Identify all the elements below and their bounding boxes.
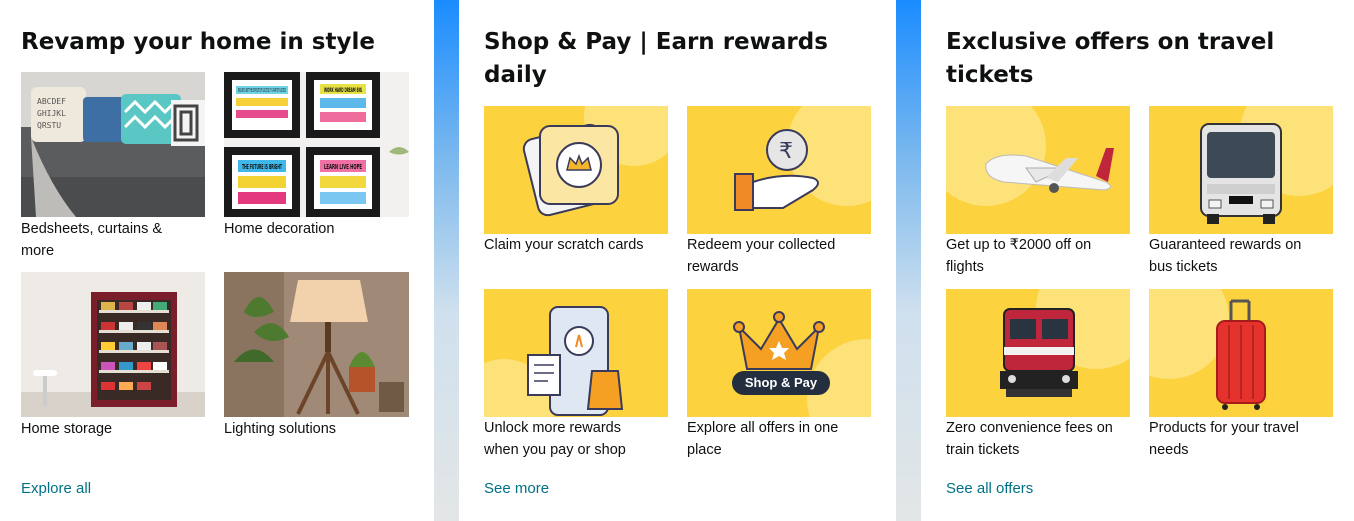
tile-bedsheets[interactable]: ABCDEF GHIJKL QRSTU Bedsheets, curtains … <box>21 72 206 272</box>
poster-1-text: FAILURE IS NOT THE OPPOSITE OF SUCCESS I… <box>238 88 286 94</box>
poster-3-text: THE FUTURE IS BRIGHT <box>242 163 282 171</box>
train-image <box>946 289 1130 417</box>
svg-text:ABCDEF: ABCDEF <box>37 97 66 106</box>
tile-travel-products[interactable]: Products for your travel needs <box>1149 289 1334 469</box>
home-decoration-image: FAILURE IS NOT THE OPPOSITE OF SUCCESS I… <box>224 72 409 217</box>
see-more-link[interactable]: See more <box>484 478 549 500</box>
see-all-offers-link[interactable]: See all offers <box>946 478 1033 500</box>
card-title: Exclusive offers on travel tickets <box>946 29 1275 88</box>
svg-text:GHIJKL: GHIJKL <box>37 109 66 118</box>
tile-scratch-cards[interactable]: Claim your scratch cards <box>484 106 669 286</box>
tile-label: Home storage <box>21 421 113 437</box>
flights-image <box>946 106 1130 234</box>
background-strip-right <box>896 0 921 521</box>
tile-bus[interactable]: Guaranteed rewards on bus tickets <box>1149 106 1334 286</box>
tile-lighting[interactable]: Lighting solutions <box>224 272 409 472</box>
tile-label: Bedsheets, curtains & more <box>21 221 163 259</box>
poster-4-text: LEARN LIVE HOPE <box>324 163 362 171</box>
tile-home-storage[interactable]: Home storage <box>21 272 206 472</box>
tile-label: Guaranteed rewards on bus tickets <box>1149 237 1302 275</box>
shop-pay-badge: Shop & Pay <box>732 371 830 395</box>
tile-unlock-rewards[interactable]: Unlock more rewards when you pay or shop <box>484 289 669 469</box>
tile-label: Redeem your collected rewards <box>687 237 836 275</box>
bus-image <box>1149 106 1333 234</box>
redeem-rewards-image: ₹ <box>687 106 871 234</box>
explore-offers-image: Shop & Pay <box>687 289 871 417</box>
tile-explore-offers[interactable]: Shop & Pay Explore all offers in one pla… <box>687 289 872 469</box>
card-title: Revamp your home in style <box>21 29 375 55</box>
poster-2-text: WORK HARD DREAM BIG <box>324 87 362 94</box>
background-strip-left <box>434 0 459 521</box>
tile-home-decoration[interactable]: FAILURE IS NOT THE OPPOSITE OF SUCCESS I… <box>224 72 409 272</box>
tile-redeem-rewards[interactable]: ₹ Redeem your collected rewards <box>687 106 872 286</box>
tile-label: Explore all offers in one place <box>687 420 839 458</box>
home-storage-image <box>21 272 205 417</box>
card-shop-pay: Shop & Pay | Earn rewards daily Claim yo… <box>459 0 896 521</box>
unlock-rewards-image <box>484 289 668 417</box>
tile-flights[interactable]: Get up to ₹2000 off on flights <box>946 106 1131 286</box>
tile-label: Products for your travel needs <box>1149 420 1299 458</box>
tile-label: Claim your scratch cards <box>484 237 644 253</box>
lighting-image <box>224 272 409 417</box>
tile-label: Get up to ₹2000 off on flights <box>946 237 1092 275</box>
bedsheets-image: ABCDEF GHIJKL QRSTU <box>21 72 205 217</box>
tile-label: Home decoration <box>224 221 335 237</box>
tile-train[interactable]: Zero convenience fees on train tickets <box>946 289 1131 469</box>
card-title: Shop & Pay | Earn rewards daily <box>484 29 828 88</box>
card-home-style: Revamp your home in style ABCDEF GHIJKL … <box>0 0 434 521</box>
tile-label: Zero convenience fees on train tickets <box>946 420 1113 458</box>
explore-all-link[interactable]: Explore all <box>21 478 91 500</box>
card-travel-offers: Exclusive offers on travel tickets Get u… <box>921 0 1354 521</box>
scratch-cards-image <box>484 106 668 234</box>
tile-label: Unlock more rewards when you pay or shop <box>484 420 626 458</box>
rupee-icon: ₹ <box>779 139 793 164</box>
tile-label: Lighting solutions <box>224 421 337 437</box>
travel-products-image <box>1149 289 1333 417</box>
svg-text:QRSTU: QRSTU <box>37 121 61 130</box>
